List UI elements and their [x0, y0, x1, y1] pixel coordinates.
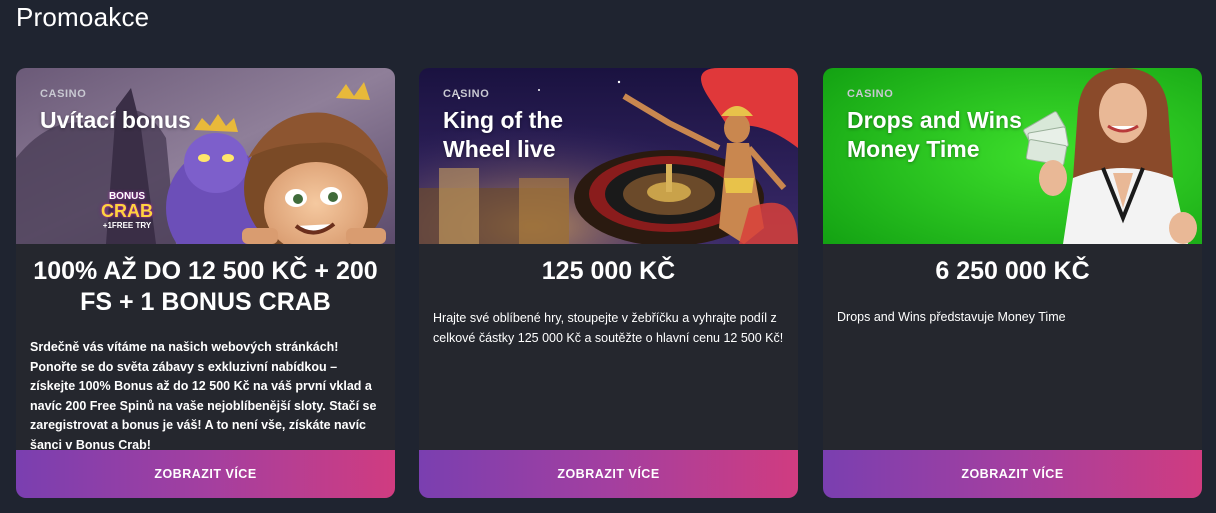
promo-banner-image[interactable]: CASINO Drops and Wins Money Time — [823, 68, 1202, 244]
bonus-crab-logo: BONUS CRAB +1FREE TRY — [94, 191, 160, 237]
promo-description: Srdečně vás vítáme na našich webových st… — [30, 340, 377, 452]
promo-card-welcome-bonus[interactable]: BONUS CRAB +1FREE TRY CASINO Uvítací bon… — [16, 68, 395, 498]
promo-description: Hrajte své oblíbené hry, stoupejte v žeb… — [433, 311, 784, 345]
promo-headline: 6 250 000 KČ — [935, 257, 1090, 285]
badge-sub-text: +1FREE TRY — [102, 221, 152, 230]
show-more-button[interactable]: ZOBRAZIT VÍCE — [823, 450, 1202, 498]
show-more-button[interactable]: ZOBRAZIT VÍCE — [419, 450, 798, 498]
promo-banner-title: Uvítací bonus — [40, 107, 191, 133]
show-more-button[interactable]: ZOBRAZIT VÍCE — [16, 450, 395, 498]
promo-banner-image[interactable]: BONUS CRAB +1FREE TRY CASINO Uvítací bon… — [16, 68, 395, 244]
promo-banner-image[interactable]: CASINO King of the Wheel live — [419, 68, 798, 244]
promo-card-drops-and-wins[interactable]: CASINO Drops and Wins Money Time 6 250 0… — [823, 68, 1202, 498]
promo-card-king-of-the-wheel[interactable]: CASINO King of the Wheel live 125 000 KČ… — [419, 68, 798, 498]
promo-category: CASINO — [443, 88, 490, 100]
promo-cards: BONUS CRAB +1FREE TRY CASINO Uvítací bon… — [0, 0, 1216, 513]
badge-main-text: CRAB — [101, 201, 153, 221]
promo-category: CASINO — [40, 88, 87, 100]
promo-banner-title: King of the Wheel live — [443, 107, 564, 162]
promo-description: Drops and Wins představuje Money Time — [837, 310, 1066, 324]
promo-banner-title: Drops and Wins Money Time — [847, 107, 1022, 162]
promo-headline: 100% AŽ DO 12 500 KČ + 200 FS + 1 BONUS … — [33, 257, 378, 316]
promo-category: CASINO — [847, 88, 894, 100]
promo-headline: 125 000 KČ — [541, 257, 676, 285]
